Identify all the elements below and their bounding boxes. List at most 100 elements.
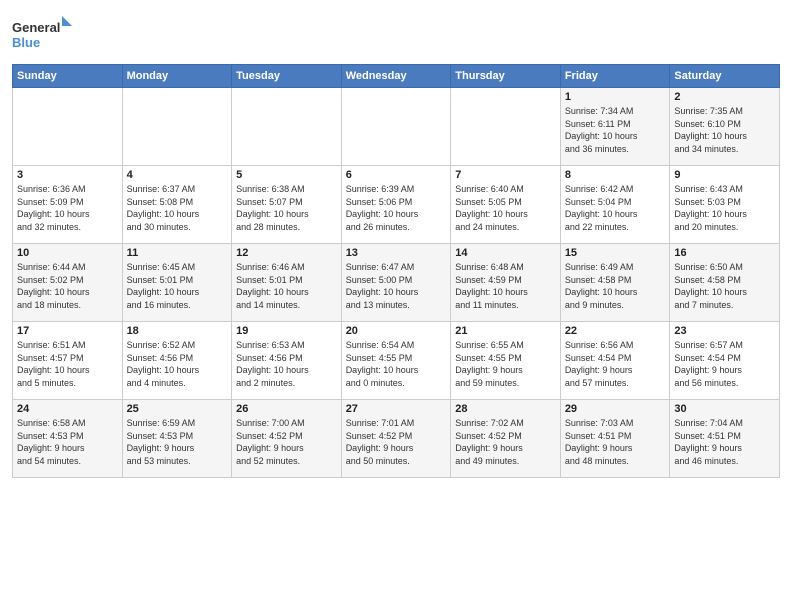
day-info: Sunrise: 6:45 AM Sunset: 5:01 PM Dayligh… bbox=[127, 261, 228, 311]
page-container: General Blue SundayMondayTuesdayWednesda… bbox=[0, 0, 792, 486]
day-info: Sunrise: 6:53 AM Sunset: 4:56 PM Dayligh… bbox=[236, 339, 337, 389]
day-number: 20 bbox=[346, 325, 447, 337]
day-number: 12 bbox=[236, 247, 337, 259]
day-number: 26 bbox=[236, 403, 337, 415]
day-number: 5 bbox=[236, 169, 337, 181]
day-info: Sunrise: 6:47 AM Sunset: 5:00 PM Dayligh… bbox=[346, 261, 447, 311]
day-cell bbox=[232, 88, 342, 166]
day-cell: 9 Sunrise: 6:43 AM Sunset: 5:03 PM Daylig… bbox=[670, 166, 780, 244]
day-number: 17 bbox=[17, 325, 118, 337]
day-cell: 6 Sunrise: 6:39 AM Sunset: 5:06 PM Daylig… bbox=[341, 166, 451, 244]
day-number: 11 bbox=[127, 247, 228, 259]
day-cell: 12 Sunrise: 6:46 AM Sunset: 5:01 PM Dayli… bbox=[232, 244, 342, 322]
day-cell: 18 Sunrise: 6:52 AM Sunset: 4:56 PM Dayli… bbox=[122, 322, 232, 400]
day-cell: 24 Sunrise: 6:58 AM Sunset: 4:53 PM Dayli… bbox=[13, 400, 123, 478]
week-row-4: 17 Sunrise: 6:51 AM Sunset: 4:57 PM Dayli… bbox=[13, 322, 780, 400]
weekday-header-row: SundayMondayTuesdayWednesdayThursdayFrid… bbox=[13, 65, 780, 88]
day-cell: 10 Sunrise: 6:44 AM Sunset: 5:02 PM Dayli… bbox=[13, 244, 123, 322]
svg-text:Blue: Blue bbox=[12, 35, 40, 50]
day-cell: 20 Sunrise: 6:54 AM Sunset: 4:55 PM Dayli… bbox=[341, 322, 451, 400]
day-number: 9 bbox=[674, 169, 775, 181]
day-cell: 4Sunrise: 6:37 AM Sunset: 5:08 PM Daylig… bbox=[122, 166, 232, 244]
day-info: Sunrise: 6:46 AM Sunset: 5:01 PM Dayligh… bbox=[236, 261, 337, 311]
day-number: 14 bbox=[455, 247, 556, 259]
day-info: Sunrise: 6:58 AM Sunset: 4:53 PM Dayligh… bbox=[17, 417, 118, 467]
day-number: 1 bbox=[565, 91, 666, 103]
day-cell bbox=[341, 88, 451, 166]
day-info: Sunrise: 7:35 AM Sunset: 6:10 PM Dayligh… bbox=[674, 105, 775, 155]
day-info: Sunrise: 6:49 AM Sunset: 4:58 PM Dayligh… bbox=[565, 261, 666, 311]
day-number: 2 bbox=[674, 91, 775, 103]
day-number: 16 bbox=[674, 247, 775, 259]
day-info: Sunrise: 6:56 AM Sunset: 4:54 PM Dayligh… bbox=[565, 339, 666, 389]
day-cell: 15 Sunrise: 6:49 AM Sunset: 4:58 PM Dayli… bbox=[560, 244, 670, 322]
day-cell: 2 Sunrise: 7:35 AM Sunset: 6:10 PM Daylig… bbox=[670, 88, 780, 166]
weekday-header-saturday: Saturday bbox=[670, 65, 780, 88]
logo-svg: General Blue bbox=[12, 14, 72, 58]
day-number: 22 bbox=[565, 325, 666, 337]
day-number: 29 bbox=[565, 403, 666, 415]
day-number: 25 bbox=[127, 403, 228, 415]
day-number: 6 bbox=[346, 169, 447, 181]
day-number: 28 bbox=[455, 403, 556, 415]
day-cell: 8Sunrise: 6:42 AM Sunset: 5:04 PM Daylig… bbox=[560, 166, 670, 244]
day-info: Sunrise: 7:00 AM Sunset: 4:52 PM Dayligh… bbox=[236, 417, 337, 467]
day-cell: 7 Sunrise: 6:40 AM Sunset: 5:05 PM Daylig… bbox=[451, 166, 561, 244]
day-cell: 25 Sunrise: 6:59 AM Sunset: 4:53 PM Dayli… bbox=[122, 400, 232, 478]
day-cell: 11 Sunrise: 6:45 AM Sunset: 5:01 PM Dayli… bbox=[122, 244, 232, 322]
day-cell: 29 Sunrise: 7:03 AM Sunset: 4:51 PM Dayli… bbox=[560, 400, 670, 478]
day-info: Sunrise: 6:54 AM Sunset: 4:55 PM Dayligh… bbox=[346, 339, 447, 389]
day-cell: 16 Sunrise: 6:50 AM Sunset: 4:58 PM Dayli… bbox=[670, 244, 780, 322]
day-info: Sunrise: 6:36 AM Sunset: 5:09 PM Dayligh… bbox=[17, 183, 118, 233]
day-info: Sunrise: 6:43 AM Sunset: 5:03 PM Dayligh… bbox=[674, 183, 775, 233]
day-info: Sunrise: 6:52 AM Sunset: 4:56 PM Dayligh… bbox=[127, 339, 228, 389]
day-number: 4 bbox=[127, 169, 228, 181]
day-info: Sunrise: 7:04 AM Sunset: 4:51 PM Dayligh… bbox=[674, 417, 775, 467]
weekday-header-wednesday: Wednesday bbox=[341, 65, 451, 88]
day-info: Sunrise: 7:03 AM Sunset: 4:51 PM Dayligh… bbox=[565, 417, 666, 467]
weekday-header-sunday: Sunday bbox=[13, 65, 123, 88]
day-number: 18 bbox=[127, 325, 228, 337]
day-info: Sunrise: 6:57 AM Sunset: 4:54 PM Dayligh… bbox=[674, 339, 775, 389]
day-info: Sunrise: 6:39 AM Sunset: 5:06 PM Dayligh… bbox=[346, 183, 447, 233]
day-cell bbox=[122, 88, 232, 166]
day-number: 7 bbox=[455, 169, 556, 181]
day-info: Sunrise: 7:01 AM Sunset: 4:52 PM Dayligh… bbox=[346, 417, 447, 467]
weekday-header-thursday: Thursday bbox=[451, 65, 561, 88]
week-row-5: 24 Sunrise: 6:58 AM Sunset: 4:53 PM Dayli… bbox=[13, 400, 780, 478]
day-number: 30 bbox=[674, 403, 775, 415]
day-info: Sunrise: 6:48 AM Sunset: 4:59 PM Dayligh… bbox=[455, 261, 556, 311]
day-number: 23 bbox=[674, 325, 775, 337]
day-number: 19 bbox=[236, 325, 337, 337]
day-cell: 3 Sunrise: 6:36 AM Sunset: 5:09 PM Daylig… bbox=[13, 166, 123, 244]
day-number: 24 bbox=[17, 403, 118, 415]
day-cell bbox=[451, 88, 561, 166]
day-info: Sunrise: 6:55 AM Sunset: 4:55 PM Dayligh… bbox=[455, 339, 556, 389]
day-number: 21 bbox=[455, 325, 556, 337]
logo: General Blue bbox=[12, 14, 72, 58]
day-cell: 22 Sunrise: 6:56 AM Sunset: 4:54 PM Dayli… bbox=[560, 322, 670, 400]
day-info: Sunrise: 6:44 AM Sunset: 5:02 PM Dayligh… bbox=[17, 261, 118, 311]
week-row-3: 10 Sunrise: 6:44 AM Sunset: 5:02 PM Dayli… bbox=[13, 244, 780, 322]
day-cell: 28 Sunrise: 7:02 AM Sunset: 4:52 PM Dayli… bbox=[451, 400, 561, 478]
day-number: 13 bbox=[346, 247, 447, 259]
day-cell: 27 Sunrise: 7:01 AM Sunset: 4:52 PM Dayli… bbox=[341, 400, 451, 478]
day-cell: 23 Sunrise: 6:57 AM Sunset: 4:54 PM Dayli… bbox=[670, 322, 780, 400]
day-number: 15 bbox=[565, 247, 666, 259]
day-info: Sunrise: 7:02 AM Sunset: 4:52 PM Dayligh… bbox=[455, 417, 556, 467]
weekday-header-tuesday: Tuesday bbox=[232, 65, 342, 88]
day-cell: 30 Sunrise: 7:04 AM Sunset: 4:51 PM Dayli… bbox=[670, 400, 780, 478]
day-info: Sunrise: 6:51 AM Sunset: 4:57 PM Dayligh… bbox=[17, 339, 118, 389]
day-number: 3 bbox=[17, 169, 118, 181]
day-cell: 21 Sunrise: 6:55 AM Sunset: 4:55 PM Dayli… bbox=[451, 322, 561, 400]
day-cell: 19 Sunrise: 6:53 AM Sunset: 4:56 PM Dayli… bbox=[232, 322, 342, 400]
day-number: 10 bbox=[17, 247, 118, 259]
week-row-2: 3 Sunrise: 6:36 AM Sunset: 5:09 PM Daylig… bbox=[13, 166, 780, 244]
day-info: Sunrise: 6:40 AM Sunset: 5:05 PM Dayligh… bbox=[455, 183, 556, 233]
calendar-table: SundayMondayTuesdayWednesdayThursdayFrid… bbox=[12, 64, 780, 478]
day-info: Sunrise: 6:59 AM Sunset: 4:53 PM Dayligh… bbox=[127, 417, 228, 467]
day-cell: 13 Sunrise: 6:47 AM Sunset: 5:00 PM Dayli… bbox=[341, 244, 451, 322]
weekday-header-monday: Monday bbox=[122, 65, 232, 88]
day-info: Sunrise: 6:50 AM Sunset: 4:58 PM Dayligh… bbox=[674, 261, 775, 311]
day-number: 27 bbox=[346, 403, 447, 415]
